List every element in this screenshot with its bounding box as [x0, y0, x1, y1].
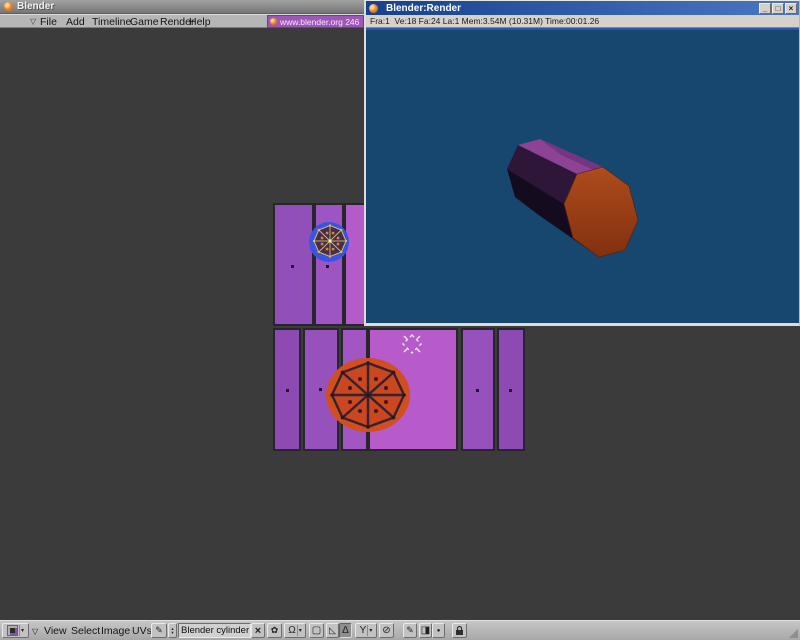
editor-type-button[interactable]: ▾ — [2, 623, 29, 638]
draw-shadow-button[interactable]: ◨ — [419, 623, 432, 638]
blender-logo-icon — [369, 4, 378, 13]
header-collapse-icon[interactable]: ▽ — [30, 17, 36, 26]
uv-face-dot — [286, 389, 289, 392]
unlink-image-button[interactable]: × — [251, 623, 265, 638]
render-window: Blender:Render _ □ × Fra:1 Ve:18 Fa:24 L… — [364, 0, 800, 326]
uv-image-editor-icon — [7, 625, 18, 636]
uv-face-dot — [509, 389, 512, 392]
uv-face-dot — [319, 388, 322, 391]
image-name-field[interactable]: Blender cylinder text — [178, 623, 251, 638]
menu-file[interactable]: File — [40, 16, 57, 28]
divider — [297, 625, 298, 636]
version-button[interactable]: www.blender.org 246 — [267, 15, 364, 28]
uv-island-side-face — [314, 203, 344, 326]
pack-image-button[interactable]: ✿ — [267, 623, 282, 638]
triangle-icon: Δ — [342, 625, 349, 636]
render-viewport — [366, 28, 799, 323]
minimize-button[interactable]: _ — [759, 3, 771, 14]
draw-dot-button[interactable]: ● — [432, 623, 445, 638]
close-icon: × — [255, 625, 261, 637]
uv-face-dot — [326, 265, 329, 268]
image-browse-button[interactable]: ▴ ▾ — [168, 623, 177, 638]
version-label: www.blender.org 246 — [280, 17, 359, 27]
face-select-button[interactable]: ▢ — [309, 623, 324, 638]
pivot-selector-button[interactable]: Ω ▾ — [284, 623, 306, 638]
render-stats: Fra:1 Ve:18 Fa:24 La:1 Mem:3.54M (10.31M… — [366, 15, 799, 28]
main-window-title: Blender — [17, 1, 54, 12]
rendered-cylinder — [366, 30, 799, 323]
close-button[interactable]: × — [785, 3, 797, 14]
pencil-icon: ✎ — [155, 625, 163, 636]
sticky-y-icon: Y — [360, 625, 367, 636]
lock-update-button[interactable] — [452, 623, 467, 638]
brush-icon: ✎ — [406, 625, 414, 636]
blender-app: Blender ▽ File Add Timeline Game Render … — [0, 0, 800, 640]
divider — [367, 625, 368, 636]
square-icon: ▢ — [312, 625, 321, 636]
menu-help[interactable]: Help — [189, 16, 211, 28]
maximize-button[interactable]: □ — [772, 3, 784, 14]
uv-vertex-mode-button[interactable]: ◺ — [326, 623, 339, 638]
paint-mode-button[interactable]: ✎ — [403, 623, 417, 638]
proportional-edit-button[interactable]: ⊘ — [379, 623, 394, 638]
chevron-down-icon: ▾ — [299, 627, 302, 634]
uv-island-side-face — [341, 328, 368, 451]
menu-game[interactable]: Game — [130, 16, 159, 28]
uv-menu-image[interactable]: Image — [101, 625, 130, 637]
menu-add[interactable]: Add — [66, 16, 85, 28]
browse-down-icon: ▾ — [171, 631, 173, 635]
render-window-title: Blender:Render — [386, 3, 759, 14]
uv-face-dot — [476, 389, 479, 392]
uv-menu-uvs[interactable]: UVs — [132, 625, 152, 637]
header-collapse-icon[interactable]: ▽ — [32, 627, 38, 636]
uv-face-mode-button[interactable]: Δ — [339, 623, 352, 638]
image-pencil-button[interactable]: ✎ — [151, 623, 167, 638]
blender-logo-icon — [4, 2, 13, 11]
lock-icon — [455, 625, 464, 636]
divider — [19, 625, 20, 636]
render-window-titlebar[interactable]: Blender:Render _ □ × — [366, 1, 799, 15]
omega-icon: Ω — [288, 625, 295, 636]
sticky-select-button[interactable]: Y ▾ — [355, 623, 377, 638]
resize-grip[interactable] — [789, 629, 798, 638]
chevron-down-icon: ▾ — [21, 627, 24, 634]
chevron-down-icon: ▾ — [369, 627, 372, 634]
prop-edit-icon: ⊘ — [382, 625, 390, 636]
uv-face-dot — [291, 265, 294, 268]
shadow-box-icon: ◨ — [421, 625, 430, 636]
uv-editor-header: ▾ ▽ View Select Image UVs ✎ ▴ ▾ Blender … — [0, 620, 800, 640]
dot-icon: ● — [437, 628, 441, 634]
pack-icon: ✿ — [271, 625, 279, 636]
uv-menu-view[interactable]: View — [44, 625, 67, 637]
menu-timeline[interactable]: Timeline — [92, 16, 131, 28]
uv-menu-select[interactable]: Select — [71, 625, 100, 637]
slant-icon: ◺ — [329, 625, 336, 636]
uv-island-wide-face — [368, 328, 458, 451]
blender-logo-icon — [270, 18, 277, 25]
